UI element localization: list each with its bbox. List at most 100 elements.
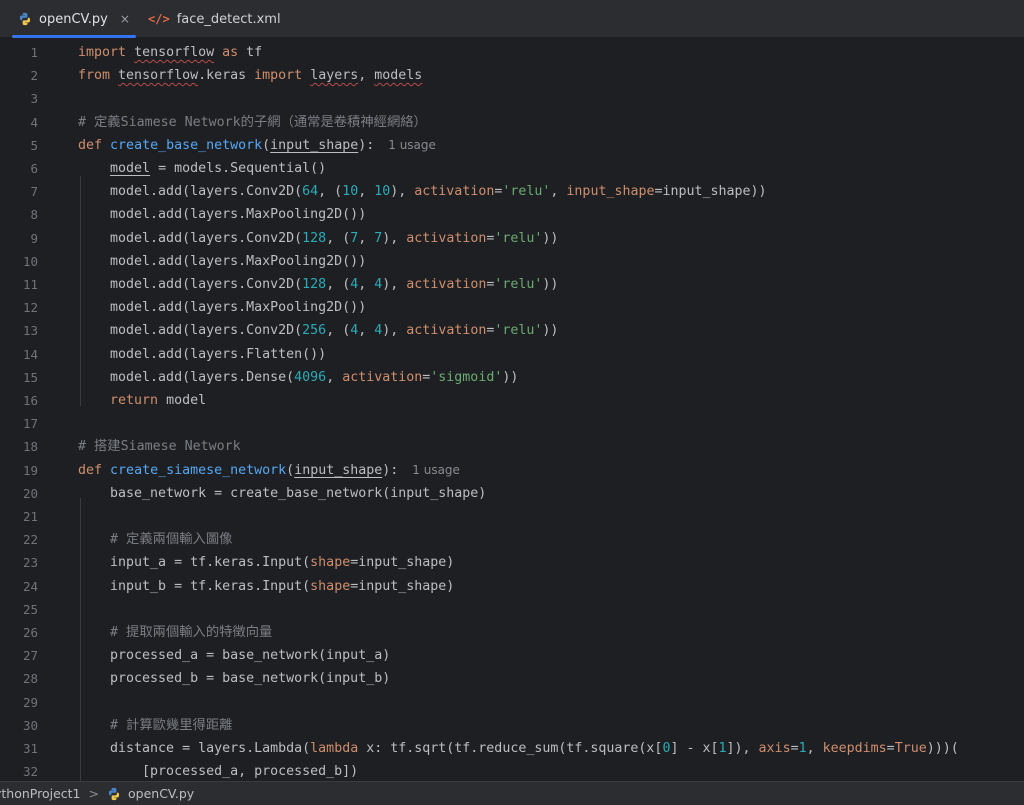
breadcrumb-project[interactable]: ythonProject1 xyxy=(0,786,81,801)
code-token: axis xyxy=(758,741,791,756)
line-number: 27 xyxy=(22,648,38,664)
line-number: 15 xyxy=(22,369,38,385)
code-token: # 提取兩個輸入的特徵向量 xyxy=(110,625,273,640)
code-text: model.add(layers.Dense(4096, activation=… xyxy=(78,366,518,389)
code-line[interactable]: 25 xyxy=(0,598,1024,621)
code-line[interactable]: 26 # 提取兩個輸入的特徵向量 xyxy=(0,621,1024,644)
code-token: processed_b = base_network(input_b) xyxy=(78,671,391,687)
code-token: ), xyxy=(382,323,407,339)
code-line[interactable]: 1 import tensorflow as tf xyxy=(0,41,1024,64)
code-token: import xyxy=(254,68,303,84)
code-token: tf xyxy=(238,45,263,60)
code-line[interactable]: 32 [processed_a, processed_b]) xyxy=(0,760,1024,781)
code-token: , xyxy=(358,230,375,246)
code-line[interactable]: 20 base_network = create_base_network(in… xyxy=(0,482,1024,505)
code-token: ( xyxy=(286,462,295,478)
code-line[interactable]: 30 # 計算歐幾里得距離 xyxy=(0,714,1024,737)
code-text: input_a = tf.keras.Input(shape=input_sha… xyxy=(78,551,454,574)
line-number: 28 xyxy=(22,671,38,687)
code-line[interactable]: 4 # 定義Siamese Network的子網（通常是卷積神經網絡） xyxy=(0,111,1024,134)
code-token: model.add(layers.Conv2D( xyxy=(78,323,303,339)
code-token: model.add(layers.MaxPooling2D()) xyxy=(78,300,367,316)
code-line[interactable]: 5 def create_base_network(input_shape): 1 … xyxy=(0,134,1024,157)
line-number: 8 xyxy=(30,207,38,223)
code-token: input_shape xyxy=(270,137,359,153)
code-line[interactable]: 28 processed_b = base_network(input_b) xyxy=(0,667,1024,690)
code-line[interactable]: 13 model.add(layers.Conv2D(256, (4, 4), … xyxy=(0,319,1024,342)
close-tab-icon[interactable]: × xyxy=(120,12,130,26)
code-token: =input_shape) xyxy=(350,555,455,571)
code-line[interactable]: 12 model.add(layers.MaxPooling2D()) xyxy=(0,296,1024,319)
code-token: , ( xyxy=(318,184,343,200)
tab-opencv-py[interactable]: openCV.py × xyxy=(6,0,136,38)
code-line[interactable]: 9 model.add(layers.Conv2D(128, (7, 7), a… xyxy=(0,227,1024,250)
code-text: def create_siamese_network(input_shape):… xyxy=(78,459,460,482)
code-line[interactable]: 21 xyxy=(0,505,1024,528)
line-number: 31 xyxy=(22,741,38,756)
code-token: return xyxy=(110,393,159,408)
code-token: 128 xyxy=(302,230,327,246)
code-line[interactable]: 23 input_a = tf.keras.Input(shape=input_… xyxy=(0,551,1024,574)
code-line[interactable]: 10 model.add(layers.MaxPooling2D()) xyxy=(0,250,1024,273)
code-text: distance = layers.Lambda(lambda x: tf.sq… xyxy=(78,737,959,760)
line-number: 19 xyxy=(22,462,38,478)
code-token: activation xyxy=(414,184,495,200)
line-number: 18 xyxy=(22,439,38,455)
code-token: shape xyxy=(310,578,351,594)
code-line[interactable]: 17 xyxy=(0,412,1024,435)
python-file-icon xyxy=(19,12,31,26)
tab-face-detect-xml[interactable]: </> face_detect.xml xyxy=(146,0,281,38)
code-token: model.add(layers.Dense( xyxy=(78,369,295,385)
code-token: input_b = tf.keras.Input( xyxy=(78,578,311,594)
code-text: # 定義兩個輸入圖像 xyxy=(78,528,232,551)
code-line[interactable]: 3 xyxy=(0,87,1024,110)
code-text: model.add(layers.MaxPooling2D()) xyxy=(78,296,366,319)
code-line[interactable]: 18 # 搭建Siamese Network xyxy=(0,435,1024,458)
code-text: model.add(layers.Conv2D(128, (4, 4), act… xyxy=(78,273,558,296)
code-token: =input_shape) xyxy=(350,578,455,594)
code-line[interactable]: 19 def create_siamese_network(input_shape… xyxy=(0,459,1024,482)
line-number: 29 xyxy=(22,694,38,710)
code-token: create_siamese_network xyxy=(110,462,287,478)
code-line[interactable]: 11 model.add(layers.Conv2D(128, (4, 4), … xyxy=(0,273,1024,296)
code-text: return model xyxy=(78,389,206,412)
code-token: , xyxy=(806,741,823,756)
breadcrumb-file[interactable]: openCV.py xyxy=(107,786,194,801)
code-token: activation xyxy=(406,277,487,292)
usage-hint[interactable]: 1 usage xyxy=(412,463,460,477)
code-token: processed_a = base_network(input_a) xyxy=(78,648,391,664)
code-token: =input_shape)) xyxy=(654,184,767,200)
code-token: ( xyxy=(262,137,271,153)
code-line[interactable]: 29 xyxy=(0,691,1024,714)
code-line[interactable]: 31 distance = layers.Lambda(lambda x: tf… xyxy=(0,737,1024,760)
code-line[interactable]: 14 model.add(layers.Flatten()) xyxy=(0,343,1024,366)
usage-hint[interactable]: 1 usage xyxy=(388,138,436,152)
code-text: processed_b = base_network(input_b) xyxy=(78,667,390,690)
code-line[interactable]: 22 # 定義兩個輸入圖像 xyxy=(0,528,1024,551)
code-token: 'relu' xyxy=(502,184,551,200)
code-line[interactable]: 16 return model xyxy=(0,389,1024,412)
line-number: 20 xyxy=(22,485,38,501)
code-text: model.add(layers.MaxPooling2D()) xyxy=(78,250,366,273)
code-token: layers xyxy=(310,68,359,84)
code-token: model xyxy=(158,393,207,408)
code-line[interactable]: 27 processed_a = base_network(input_a) xyxy=(0,644,1024,667)
code-line[interactable]: 8 model.add(layers.MaxPooling2D()) xyxy=(0,203,1024,226)
code-line[interactable]: 15 model.add(layers.Dense(4096, activati… xyxy=(0,366,1024,389)
code-line[interactable]: 24 input_b = tf.keras.Input(shape=input_… xyxy=(0,575,1024,598)
code-editor[interactable]: 1 import tensorflow as tf 2 from tensorflow… xyxy=(0,38,1024,781)
code-token: 256 xyxy=(302,323,327,339)
code-line[interactable]: 7 model.add(layers.Conv2D(64, (10, 10), … xyxy=(0,180,1024,203)
breadcrumb: ythonProject1 > openCV.py xyxy=(0,781,1024,805)
code-token: def xyxy=(78,137,103,153)
code-line[interactable]: 2 from tensorflow.keras import layers, mo… xyxy=(0,64,1024,87)
code-token: ] - x[ xyxy=(670,741,719,756)
code-text: [processed_a, processed_b]) xyxy=(78,760,358,781)
code-line[interactable]: 6 model = models.Sequential() xyxy=(0,157,1024,180)
code-token: True xyxy=(894,741,927,756)
